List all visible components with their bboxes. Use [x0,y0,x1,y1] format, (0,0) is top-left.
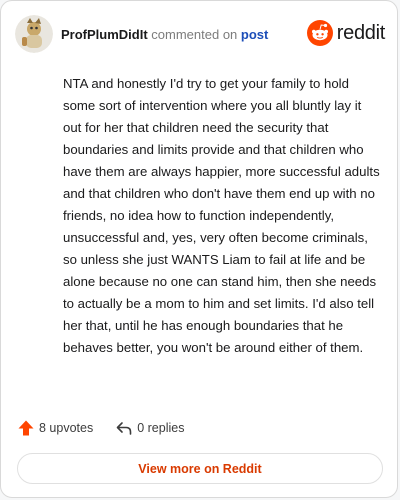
reply-count: 0 replies [137,421,185,435]
comment-body: NTA and honestly I'd try to get your fam… [63,76,380,355]
comment-header: ProfPlumDidIt commented on post reddit [15,15,385,55]
reddit-logo[interactable]: reddit [306,19,386,47]
reddit-wordmark: reddit [336,21,386,44]
upvote-count: 8 upvotes [39,421,94,435]
byline-action-text: commented on [151,27,238,42]
reply-arrow-icon [116,422,132,435]
comment-actions: 8 upvotes 0 replies [17,417,184,439]
comment-byline: ProfPlumDidIt commented on post [61,27,268,42]
author-username[interactable]: ProfPlumDidIt [61,27,148,42]
upvote-arrow-icon [18,420,34,436]
view-more-on-reddit-button[interactable]: View more on Reddit [17,453,383,484]
avatar-icon [15,15,53,53]
reddit-snoo-icon [306,20,333,46]
embedded-comment-card: ProfPlumDidIt commented on post reddit N… [0,0,398,498]
user-avatar[interactable] [15,15,53,53]
upvote-button[interactable]: 8 upvotes [17,419,93,437]
replies-button[interactable]: 0 replies [115,419,184,437]
post-link[interactable]: post [241,27,268,42]
